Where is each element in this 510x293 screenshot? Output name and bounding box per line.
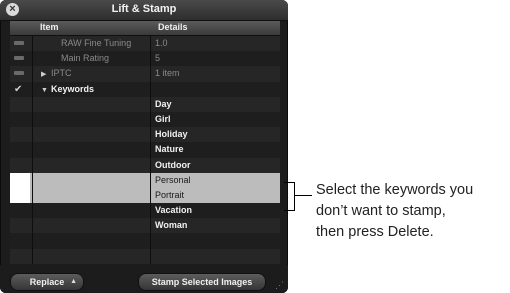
keyword-cell: Vacation <box>150 203 280 219</box>
item-label: Keywords <box>51 83 95 94</box>
callout-line: don’t want to stamp, <box>316 203 446 219</box>
details-cell <box>150 233 280 249</box>
resize-grip-icon[interactable]: ⋰ <box>275 280 284 291</box>
selection-swatch <box>10 172 30 188</box>
include-checkbox[interactable] <box>10 172 32 188</box>
column-header-details[interactable]: Details <box>158 22 188 32</box>
details-cell <box>150 248 280 264</box>
item-label: RAW Fine Tuning <box>61 38 132 48</box>
include-checkbox[interactable] <box>10 112 32 127</box>
include-checkbox[interactable] <box>10 36 32 51</box>
include-checkbox[interactable] <box>10 127 32 142</box>
include-checkbox[interactable] <box>10 218 32 233</box>
table-row[interactable]: Girl <box>10 111 280 128</box>
item-cell <box>32 203 150 219</box>
table-row[interactable]: RAW Fine Tuning 1.0 <box>10 36 280 52</box>
mixed-state-icon <box>14 56 24 61</box>
include-checkbox[interactable] <box>10 158 32 173</box>
mixed-state-icon <box>14 41 24 45</box>
callout-line: then press Delete. <box>316 224 434 240</box>
include-checkbox[interactable] <box>10 187 32 204</box>
table-row[interactable]: Day <box>10 96 280 112</box>
item-cell <box>32 248 150 264</box>
details-cell: 1.0 <box>150 36 280 52</box>
disclosure-closed-icon[interactable]: ▶ <box>41 67 51 82</box>
table-row[interactable]: Nature <box>10 142 280 158</box>
item-cell <box>32 187 150 204</box>
table-row[interactable]: Personal <box>10 172 280 188</box>
selection-swatch <box>10 187 30 204</box>
item-cell <box>32 218 150 234</box>
callout-line: Select the keywords you <box>316 182 474 198</box>
item-cell: ▶ IPTC <box>32 66 150 82</box>
bottom-bar: Replace ▲ Stamp Selected Images ⋰ <box>0 265 288 293</box>
item-cell <box>32 127 150 143</box>
table-header: Item Details <box>10 21 280 36</box>
include-checkbox[interactable] <box>10 203 32 218</box>
item-cell <box>32 157 150 173</box>
item-cell: RAW Fine Tuning <box>32 36 150 52</box>
metadata-table: RAW Fine Tuning 1.0 Main Rating 5 ▶ IPTC 1 ite… <box>10 36 280 264</box>
table-row[interactable]: ▶ IPTC 1 item <box>10 66 280 82</box>
checkmark-icon: ✔ <box>14 83 23 95</box>
table-row[interactable]: Outdoor <box>10 157 280 173</box>
table-row[interactable] <box>10 248 280 264</box>
item-label: IPTC <box>51 68 72 79</box>
details-cell <box>150 81 280 97</box>
keyword-cell: Outdoor <box>150 157 280 173</box>
callout-leader-line <box>294 195 312 196</box>
keyword-cell: Personal <box>150 172 280 188</box>
include-checkbox[interactable]: ✔ <box>10 82 32 97</box>
details-cell: 1 item <box>150 66 280 82</box>
table-row[interactable]: Vacation <box>10 203 280 219</box>
item-cell: Main Rating <box>32 51 150 67</box>
keyword-cell: Woman <box>150 218 280 234</box>
window-title: Lift & Stamp <box>111 3 177 15</box>
details-cell: 5 <box>150 51 280 67</box>
table-row[interactable]: Holiday <box>10 127 280 143</box>
replace-popup-button[interactable]: Replace ▲ <box>10 273 84 291</box>
item-cell <box>32 142 150 158</box>
mixed-state-icon <box>14 71 24 76</box>
keyword-cell: Girl <box>150 111 280 128</box>
callout-text: Select the keywords you don’t want to st… <box>316 180 510 243</box>
replace-label: Replace <box>29 277 65 287</box>
include-checkbox[interactable] <box>10 249 32 264</box>
include-checkbox[interactable] <box>10 142 32 157</box>
lift-and-stamp-window: × Lift & Stamp Item Details RAW Fine Tun… <box>0 0 288 293</box>
item-cell <box>32 96 150 112</box>
table-row[interactable] <box>10 233 280 249</box>
keyword-cell: Day <box>150 96 280 112</box>
keyword-cell: Holiday <box>150 127 280 143</box>
include-checkbox[interactable] <box>10 51 32 66</box>
item-cell <box>32 111 150 128</box>
table-row[interactable]: ✔ ▼ Keywords <box>10 81 280 98</box>
include-checkbox[interactable] <box>10 97 32 112</box>
item-cell <box>32 172 150 188</box>
stamp-selected-images-button[interactable]: Stamp Selected Images <box>138 273 266 291</box>
up-down-arrows-icon: ▲ <box>70 278 77 285</box>
table-row[interactable]: Woman <box>10 218 280 234</box>
item-cell: ▼ Keywords <box>32 81 150 98</box>
table-row[interactable]: Main Rating 5 <box>10 51 280 67</box>
title-bar[interactable]: × Lift & Stamp <box>0 0 288 21</box>
column-header-item[interactable]: Item <box>40 22 59 32</box>
include-checkbox[interactable] <box>10 233 32 248</box>
include-checkbox[interactable] <box>10 66 32 81</box>
keyword-cell: Nature <box>150 142 280 158</box>
disclosure-open-icon[interactable]: ▼ <box>41 83 51 98</box>
keyword-cell: Portrait <box>150 187 280 204</box>
item-label: Main Rating <box>61 53 110 64</box>
table-row[interactable]: Portrait <box>10 187 280 204</box>
item-cell <box>32 233 150 249</box>
callout-bracket <box>284 182 295 211</box>
